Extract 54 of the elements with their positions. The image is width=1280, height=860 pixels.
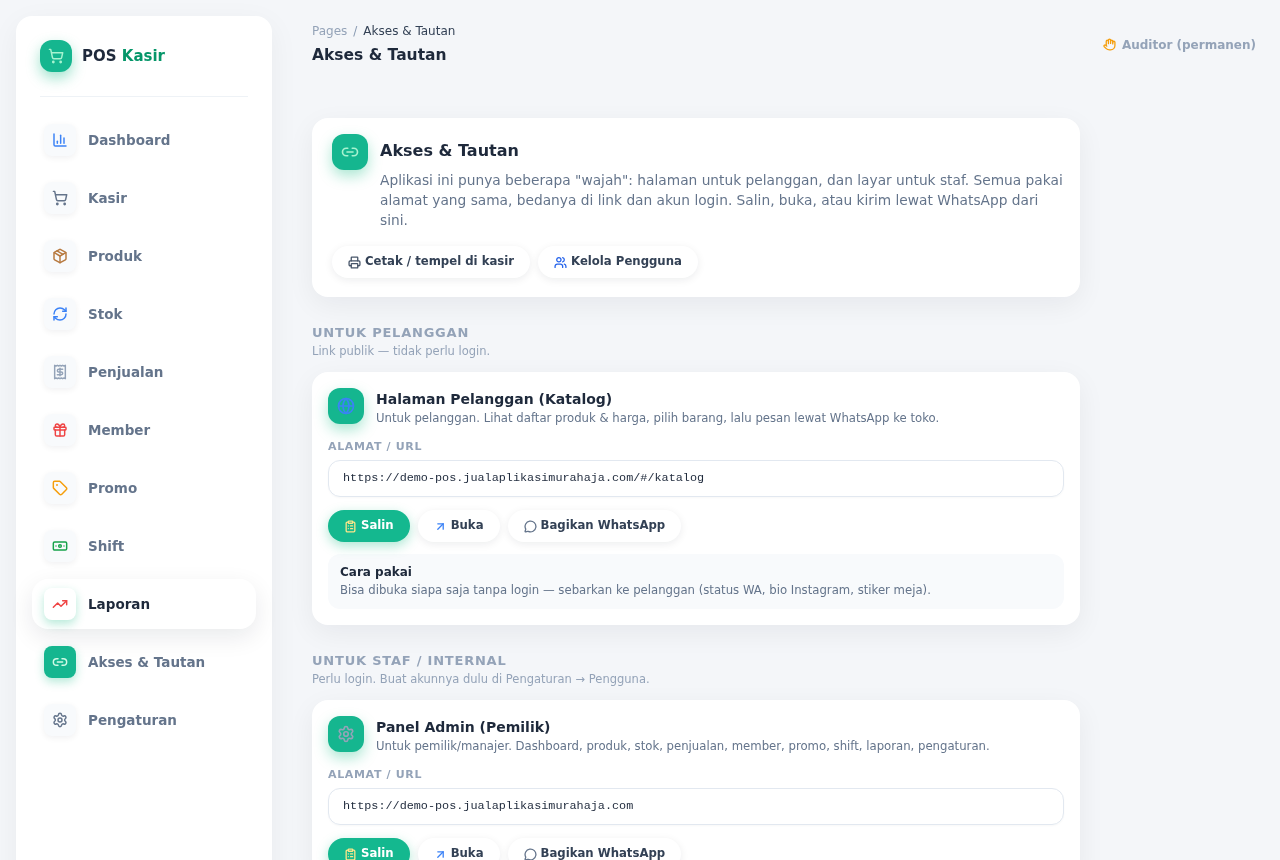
breadcrumb-link[interactable]: Pages <box>312 24 348 38</box>
link-icon <box>332 134 368 170</box>
url-field[interactable]: https://demo-pos.jualaplikasimurahaja.com/#/katalog <box>328 460 1064 497</box>
settings-icon <box>328 716 364 752</box>
card-title: Panel Admin (Pemilik) <box>376 718 552 737</box>
intro-text: Aplikasi ini punya beberapa "wajah": halaman untuk pelanggan, dan layar untuk staf. Semua pakai alamat yang sama, bedanya di link dan akun login. Salin, buka, atau kirim lewat WhatsApp dari sini. <box>380 171 1064 230</box>
action-button[interactable]: Kelola Pengguna <box>538 246 698 278</box>
action-button[interactable]: Cetak / tempel di kasir <box>332 246 531 278</box>
nav-item[interactable]: Stok <box>32 289 256 339</box>
field-label: ALAMAT / URL <box>328 439 424 455</box>
nav-item[interactable]: Pengaturan <box>32 695 256 745</box>
nav-item[interactable]: Penjualan <box>32 347 256 397</box>
users-icon <box>554 255 568 269</box>
printer-icon <box>348 255 361 269</box>
section-subtitle: Link publik — tidak perlu login. <box>312 344 492 359</box>
speech-bubble-icon <box>523 847 537 860</box>
note-title: Cara pakai <box>340 564 413 581</box>
action-button[interactable]: Buka <box>417 838 500 860</box>
breadcrumb-separator: / <box>353 24 358 38</box>
globe-icon <box>328 388 364 424</box>
section-heading: UNTUK PELANGGAN <box>312 324 471 341</box>
trending-up-icon <box>44 588 76 620</box>
action-button[interactable]: Salin <box>328 838 410 860</box>
cart-icon <box>40 40 72 72</box>
action-button[interactable]: Bagikan WhatsApp <box>507 510 682 542</box>
page-title: Akses & Tautan <box>312 45 448 65</box>
clipboard-icon <box>344 519 357 533</box>
link-icon <box>44 646 76 678</box>
nav-item[interactable]: Akses & Tautan <box>32 637 256 687</box>
section-heading: UNTUK STAF / INTERNAL <box>312 652 508 669</box>
card-description: Untuk pemilik/manajer. Dashboard, produk, stok, penjualan, member, promo, shift, laporan, pengaturan. <box>376 738 990 755</box>
action-button[interactable]: Buka <box>417 510 500 542</box>
breadcrumb-current: Akses & Tautan <box>363 24 456 38</box>
card-title: Akses & Tautan <box>380 140 520 162</box>
nav-item[interactable]: Kasir <box>32 173 256 223</box>
clipboard-icon <box>344 847 357 860</box>
nav-item[interactable]: Member <box>32 405 256 455</box>
action-button[interactable]: Salin <box>328 510 410 542</box>
card-title: Halaman Pelanggan (Katalog) <box>376 390 614 409</box>
nav-item[interactable]: Produk <box>32 231 256 281</box>
nav-item[interactable]: Promo <box>32 463 256 513</box>
note-text: Bisa dibuka siapa saja tanpa login — sebarkan ke pelanggan (status WA, bio Instagram, stiker meja). <box>340 582 932 599</box>
card-description: Untuk pelanggan. Lihat daftar produk & harga, pilih barang, lalu pesan lewat WhatsApp ke toko. <box>376 410 940 427</box>
speech-bubble-icon <box>523 519 537 533</box>
nav-item[interactable]: Dashboard <box>32 115 256 165</box>
hand-icon <box>1102 38 1116 51</box>
action-button[interactable]: Bagikan WhatsApp <box>507 838 682 860</box>
url-field[interactable]: https://demo-pos.jualaplikasimurahaja.com <box>328 788 1064 825</box>
section-subtitle: Perlu login. Buat akunnya dulu di Pengaturan → Pengguna. <box>312 672 651 687</box>
field-label: ALAMAT / URL <box>328 767 424 783</box>
brand-name: POS Kasir <box>82 45 165 67</box>
user-role: Auditor (permanen) <box>1121 36 1256 54</box>
nav-item[interactable]: Shift <box>32 521 256 571</box>
nav-item[interactable]: Laporan <box>32 579 256 629</box>
